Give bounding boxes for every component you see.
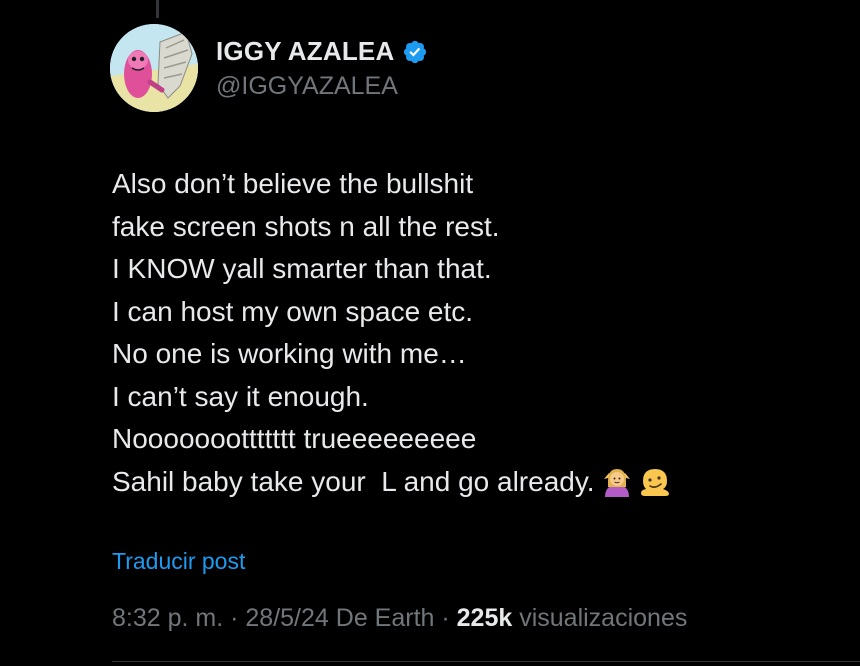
author-display-name[interactable]: IGGY AZALEA [216, 36, 394, 67]
tweet-line-last: Sahil baby take your L and go already. [112, 461, 812, 504]
tweet-line: No one is working with me… [112, 338, 467, 369]
translate-post-link[interactable]: Traducir post [112, 548, 245, 575]
thread-connector-line [156, 0, 159, 18]
tweet-line: I KNOW yall smarter than that. [112, 253, 492, 284]
tweet-line: I can host my own space etc. [112, 295, 474, 327]
tweet-metadata: 8:32 p. m. · 28/5/24 De Earth · 225k vis… [112, 604, 687, 633]
tweet-line: I can’t say it enough. [112, 380, 369, 412]
tweet-text: Also don’t believe the bullshit fake scr… [112, 163, 812, 503]
woman-shrugging-icon [603, 468, 630, 497]
views-count[interactable]: 225k [457, 604, 513, 632]
views-label: visualizaciones [512, 604, 688, 632]
tweet-line: Also don’t believe the bullshit [112, 168, 474, 199]
verified-badge-icon[interactable] [402, 39, 428, 65]
tweet-date[interactable]: 28/5/24 [245, 604, 328, 632]
tweet-line: fake screen shots n all the rest. [112, 210, 500, 242]
author-handle[interactable]: @IGGYAZALEA [216, 72, 398, 101]
tweet-line-text: Sahil baby take your L and go already. [112, 465, 595, 497]
meta-separator: · [223, 604, 246, 632]
avatar[interactable] [110, 24, 198, 112]
cartoon-avatar-icon [110, 24, 198, 112]
melting-face-icon [640, 468, 669, 496]
tweet-time[interactable]: 8:32 p. m. [112, 604, 223, 632]
divider [112, 661, 860, 662]
tweet-line: Nooooooottttttt trueeeeeeeee [112, 423, 477, 454]
tweet-source: De Earth [328, 604, 435, 632]
meta-separator: · [434, 604, 457, 632]
author-name-row[interactable]: IGGY AZALEA [216, 36, 428, 67]
